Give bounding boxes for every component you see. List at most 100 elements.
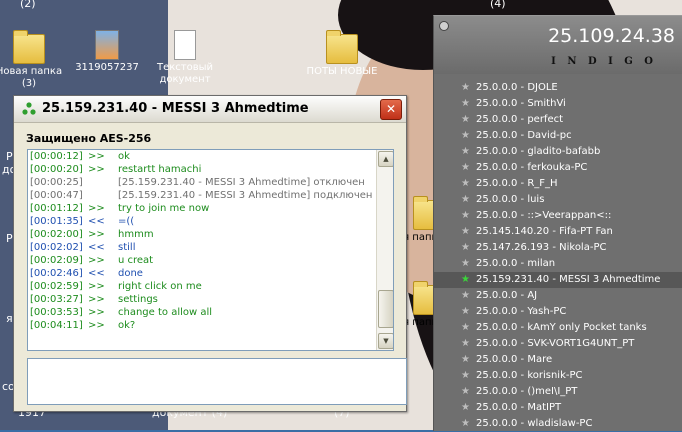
star-icon: ★ <box>461 226 470 237</box>
peer-item[interactable]: ★ 25.0.0.0 - ()meI\I_PT <box>434 384 682 400</box>
peer-item[interactable]: ★ 25.0.0.0 - Yash-PC <box>434 304 682 320</box>
message-timestamp: [00:02:00] <box>30 229 83 240</box>
message-timestamp: [00:04:11] <box>30 320 83 331</box>
chat-message: [00:00:47] [25.159.231.40 - MESSI 3 Ahmed… <box>28 189 393 202</box>
desktop-icon-3119057237[interactable]: 3119057237 <box>70 30 144 74</box>
peer-item[interactable]: ★ 25.0.0.0 - perfect <box>434 112 682 128</box>
star-icon: ★ <box>461 82 470 93</box>
desktop-icon-text-document[interactable]: Текстовый документ <box>148 30 222 86</box>
message-direction: >> <box>88 229 105 240</box>
chat-log-scrollbar[interactable]: ▲ ▼ <box>376 150 393 350</box>
message-list: [00:00:12] >> ok [00:00:20] >> restartt hamac… <box>28 150 393 332</box>
star-icon: ★ <box>461 210 470 221</box>
scroll-down-icon[interactable]: ▼ <box>378 333 393 349</box>
close-button[interactable]: ✕ <box>380 99 402 120</box>
message-text: ok? <box>118 320 136 331</box>
message-text: [25.159.231.40 - MESSI 3 Ahmedtime] откл… <box>118 177 365 188</box>
desktop-fragment: я <box>6 312 13 325</box>
peer-label: 25.0.0.0 - David-pc <box>476 130 572 141</box>
chat-message: [00:02:59] >> right click on me <box>28 280 393 293</box>
peer-item[interactable]: ★ 25.0.0.0 - korisnik-PC <box>434 368 682 384</box>
peer-label: 25.0.0.0 - ::>Veerappan<:: <box>476 210 612 221</box>
star-icon: ★ <box>461 370 470 381</box>
peer-item[interactable]: ★ 25.0.0.0 - R_F_H <box>434 176 682 192</box>
encryption-status: Защищено AES-256 <box>26 132 152 145</box>
chat-message: [00:03:53] >> change to allow all <box>28 306 393 319</box>
star-icon: ★ <box>461 338 470 349</box>
hamachi-network-panel: 25.109.24.38 I N D I G O ★ 25.0.0.0 - DJO… <box>433 15 682 431</box>
chat-message: [00:04:11] >> ok? <box>28 319 393 332</box>
peer-item[interactable]: ★ 25.0.0.0 - kAmY only Pocket tanks <box>434 320 682 336</box>
desktop-icon-label: ПОТЫ НОВЫЕ <box>306 66 378 77</box>
peer-label: 25.0.0.0 - milan <box>476 258 556 269</box>
peer-item[interactable]: ★ 25.0.0.0 - ::>Veerappan<:: <box>434 208 682 224</box>
peer-item[interactable]: ★ 25.0.0.0 - ferkouka-PC <box>434 160 682 176</box>
message-direction: >> <box>88 320 105 331</box>
message-timestamp: [00:03:53] <box>30 307 83 318</box>
peer-item[interactable]: ★ 25.0.0.0 - AJ <box>434 288 682 304</box>
peer-item[interactable]: ★ 25.145.140.20 - Fifa-PT Fan <box>434 224 682 240</box>
peer-item[interactable]: ★ 25.0.0.0 - SmithVi <box>434 96 682 112</box>
star-icon: ★ <box>461 162 470 173</box>
peer-label: 25.147.26.193 - Nikola-PC <box>476 242 607 253</box>
desktop-icon-label: (4) <box>490 0 506 10</box>
message-text: restartt hamachi <box>118 164 202 175</box>
message-timestamp: [00:00:20] <box>30 164 83 175</box>
chat-message: [00:02:02] << still <box>28 241 393 254</box>
star-icon: ★ <box>461 130 470 141</box>
message-timestamp: [00:01:35] <box>30 216 83 227</box>
desktop-icon-label: (2) <box>20 0 36 10</box>
peer-label: 25.0.0.0 - DJOLE <box>476 82 558 93</box>
peer-item[interactable]: ★ 25.0.0.0 - SVK-VORT1G4UNT_PT <box>434 336 682 352</box>
peer-label: 25.0.0.0 - Mare <box>476 354 553 365</box>
hamachi-logo-icon <box>22 102 36 115</box>
star-icon: ★ <box>461 274 470 285</box>
message-input[interactable] <box>27 358 407 405</box>
chat-message: [00:01:35] << =(( <box>28 215 393 228</box>
peer-item[interactable]: ★ 25.0.0.0 - David-pc <box>434 128 682 144</box>
desktop-icon-poty-novye[interactable]: ПОТЫ НОВЫЕ <box>305 30 379 78</box>
peer-item[interactable]: ★ 25.0.0.0 - luis <box>434 192 682 208</box>
message-direction: << <box>88 216 105 227</box>
chat-message: [00:02:00] >> hmmm <box>28 228 393 241</box>
peer-label: 25.159.231.40 - MESSI 3 Ahmedtime <box>476 274 661 285</box>
chat-message: [00:01:12] >> try to join me now <box>28 202 393 215</box>
peer-item[interactable]: ★ 25.0.0.0 - DJOLE <box>434 80 682 96</box>
desktop-icon-new-folder-3[interactable]: Новая папка (3) <box>0 30 66 90</box>
peer-label: 25.0.0.0 - korisnik-PC <box>476 370 583 381</box>
desktop-fragment: Р <box>6 150 13 163</box>
star-icon: ★ <box>461 386 470 397</box>
peer-label: 25.145.140.20 - Fifa-PT Fan <box>476 226 613 237</box>
peer-label: 25.0.0.0 - SVK-VORT1G4UNT_PT <box>476 338 635 349</box>
desktop-icon-label: 3119057237 <box>75 62 139 73</box>
chat-log[interactable]: [00:00:12] >> ok [00:00:20] >> restartt hamac… <box>27 149 394 351</box>
pin-icon[interactable] <box>439 21 449 31</box>
star-icon: ★ <box>461 114 470 125</box>
peer-item[interactable]: ★ 25.0.0.0 - Mare <box>434 352 682 368</box>
peer-label: 25.0.0.0 - gladito-bafabb <box>476 146 601 157</box>
peer-item[interactable]: ★ 25.0.0.0 - gladito-bafabb <box>434 144 682 160</box>
message-text: right click on me <box>118 281 202 292</box>
peer-item[interactable]: ★ 25.0.0.0 - milan <box>434 256 682 272</box>
message-timestamp: [00:02:46] <box>30 268 83 279</box>
peer-item[interactable]: ★ 25.159.231.40 - MESSI 3 Ahmedtime <box>434 272 682 288</box>
message-timestamp: [00:00:12] <box>30 151 83 162</box>
chat-message: [00:00:20] >> restartt hamachi <box>28 163 393 176</box>
message-direction: >> <box>88 294 105 305</box>
message-timestamp: [00:03:27] <box>30 294 83 305</box>
peer-item[interactable]: ★ 25.0.0.0 - MatIPT <box>434 400 682 416</box>
scrollbar-thumb[interactable] <box>378 290 393 328</box>
star-icon: ★ <box>461 98 470 109</box>
scroll-up-icon[interactable]: ▲ <box>378 151 393 167</box>
star-icon: ★ <box>461 194 470 205</box>
star-icon: ★ <box>461 290 470 301</box>
peer-item[interactable]: ★ 25.147.26.193 - Nikola-PC <box>434 240 682 256</box>
message-text: still <box>118 242 136 253</box>
panel-header: 25.109.24.38 I N D I G O <box>434 16 682 74</box>
message-direction: >> <box>88 203 105 214</box>
message-direction: << <box>88 268 105 279</box>
message-direction: << <box>88 242 105 253</box>
message-text: [25.159.231.40 - MESSI 3 Ahmedtime] подк… <box>118 190 373 201</box>
chat-titlebar[interactable]: 25.159.231.40 - MESSI 3 Ahmedtime ✕ <box>14 96 406 123</box>
peer-label: 25.0.0.0 - perfect <box>476 114 564 125</box>
